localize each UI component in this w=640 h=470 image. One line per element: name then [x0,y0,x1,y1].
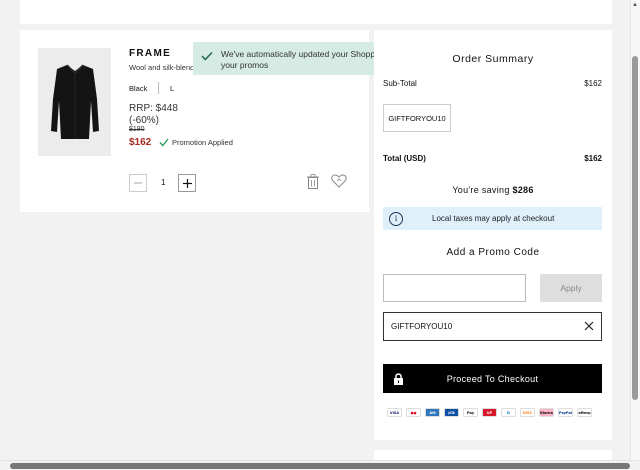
savings-text: You're saving $286 [374,185,612,195]
quantity-value: 1 [161,178,166,187]
tax-notice-text: Local taxes may apply at checkout [432,214,555,223]
promotion-label: Promotion Applied [172,138,233,147]
move-to-wishlist-button[interactable] [331,174,347,193]
product-brand[interactable]: FRAME [129,48,171,59]
promotion-applied-badge: Promotion Applied [159,138,233,147]
remove-item-button[interactable] [307,174,319,194]
applied-promo-code-text: GIFTFORYOU10 [391,322,453,331]
checkmark-icon [201,51,213,61]
order-summary-panel: Order Summary Sub-Total $162 GIFTFORYOU1… [374,30,612,440]
vertical-scroll-thumb[interactable] [632,56,638,400]
subtotal-value: $162 [584,79,602,88]
subtotal-label: Sub-Total [383,79,417,88]
apple-pay-payment-icon: Pay [463,408,478,417]
promo-code-input[interactable] [383,274,526,302]
vertical-scrollbar[interactable]: ▲ [630,0,640,470]
apply-promo-button[interactable]: Apply [540,274,602,302]
checkmark-icon [159,138,169,147]
previous-section-card [20,0,612,24]
lock-icon [394,373,403,385]
attribute-divider [158,82,159,94]
savings-prefix: You're saving [452,185,513,195]
applied-promo-chip: GIFTFORYOU10 [383,104,451,132]
proceed-to-checkout-button[interactable]: Proceed To Checkout [383,364,602,393]
close-icon [584,321,594,330]
total-label: Total (USD) [383,154,426,163]
applied-promo-code: GIFTFORYOU10 [383,312,602,341]
decrease-quantity-button[interactable] [129,174,147,192]
rrp-value: RRP: $448 [129,103,178,114]
plus-icon [182,178,192,188]
rrp-price: RRP: $448 (-60%) [129,103,178,127]
visa-payment-icon: VISA [387,408,402,417]
total-row: Total (USD) $162 [383,154,602,163]
amex-payment-icon: AM [425,408,440,417]
product-size: L [170,84,175,93]
subtotal-row: Sub-Total $162 [383,79,602,88]
minus-icon [134,182,142,184]
order-summary-title: Order Summary [452,53,534,65]
horizontal-scrollbar[interactable] [0,460,640,470]
discover-payment-icon: DISC [520,408,535,417]
afterpay-payment-icon: afterp [577,408,592,417]
info-icon: i [389,211,403,226]
mastercard-payment-icon: ●● [406,408,421,417]
trash-icon [307,174,319,189]
remove-promo-button[interactable] [584,321,594,333]
unionpay-payment-icon: UP [482,408,497,417]
savings-amount: $286 [512,185,534,195]
tax-notice-banner: i Local taxes may apply at checkout [383,207,602,230]
payment-methods: VISA ●● AM JCB Pay UP D DISC Klarna PayPal afterp [387,408,592,417]
product-color: Black [129,84,148,93]
was-price: $180 [129,126,145,133]
horizontal-scroll-thumb[interactable] [10,463,630,469]
jacket-image [50,64,99,139]
klarna-payment-icon: Klarna [539,408,554,417]
scroll-up-arrow-icon[interactable]: ▲ [632,2,638,8]
sale-price: $162 [129,137,152,148]
total-value: $162 [584,154,602,163]
diners-payment-icon: D [501,408,516,417]
jcb-payment-icon: JCB [444,408,459,417]
promo-code-title: Add a Promo Code [446,247,540,258]
heart-icon [331,174,347,188]
paypal-payment-icon: PayPal [558,408,573,417]
product-description[interactable]: Wool and silk-blend [129,63,194,72]
product-image[interactable] [38,48,111,156]
increase-quantity-button[interactable] [178,174,196,192]
checkout-label: Proceed To Checkout [446,373,539,384]
